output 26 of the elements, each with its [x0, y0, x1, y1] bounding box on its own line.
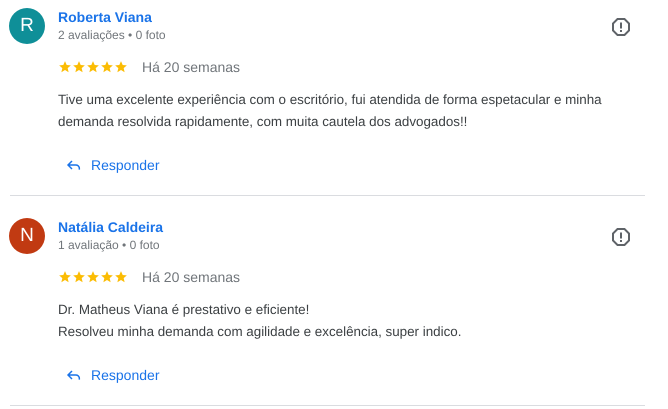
- star-icon: [114, 60, 128, 74]
- review-date: Há 20 semanas: [142, 59, 240, 75]
- review-text: Dr. Matheus Viana é prestativo e eficiente!: [58, 301, 310, 319]
- reviewer-name[interactable]: Natália Caldeira: [58, 219, 164, 235]
- avatar: N: [9, 218, 45, 254]
- reply-button[interactable]: Responder: [66, 155, 160, 175]
- star-icon: [86, 60, 100, 74]
- review-count: 1 avaliação • 0 foto: [58, 237, 161, 253]
- reviewer-name[interactable]: Roberta Viana: [58, 9, 166, 25]
- star-icon: [72, 60, 86, 74]
- star-icon: [114, 270, 128, 284]
- report-icon[interactable]: [611, 17, 631, 37]
- star-icon: [58, 60, 72, 74]
- review-text: demanda resolvida rapidamente, com muita cautela dos advogados!!: [58, 113, 468, 131]
- star-icon: [72, 270, 86, 284]
- review-text: Tive uma excelente experiência com o escritório, fui atendida de forma espetacular e minha: [58, 91, 603, 109]
- avatar: R: [9, 8, 45, 44]
- star-icon: [100, 270, 114, 284]
- star-icon: [86, 270, 100, 284]
- reply-button[interactable]: Responder: [66, 365, 160, 385]
- review-text: Resolveu minha demanda com agilidade e excelência, super indico.: [58, 323, 462, 341]
- report-icon[interactable]: [611, 227, 631, 247]
- review-count: 2 avaliações • 0 foto: [58, 27, 166, 43]
- star-icon: [58, 270, 72, 284]
- star-icon: [100, 60, 114, 74]
- review-date: Há 20 semanas: [142, 269, 240, 285]
